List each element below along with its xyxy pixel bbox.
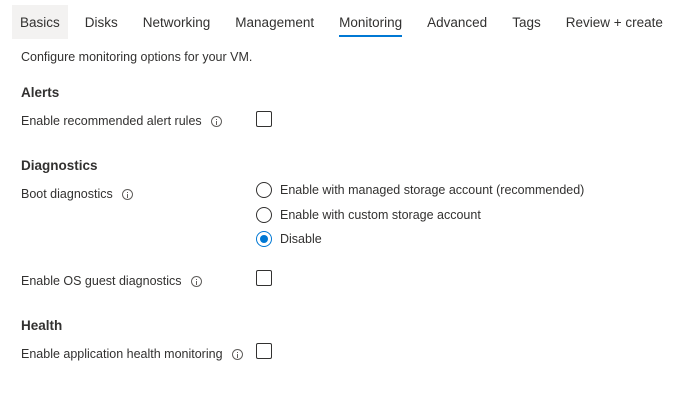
tab-disks[interactable]: Disks	[77, 5, 126, 39]
tab-review-create[interactable]: Review + create	[558, 5, 671, 39]
info-icon[interactable]	[231, 348, 243, 360]
boot-diag-disable-option[interactable]: Disable	[256, 231, 322, 247]
radio-button[interactable]	[256, 207, 272, 223]
tab-tags[interactable]: Tags	[504, 5, 549, 39]
health-section-title: Health	[21, 318, 63, 333]
tab-networking[interactable]: Networking	[135, 5, 219, 39]
boot-diagnostics-label: Boot diagnostics	[21, 187, 133, 201]
tab-basics[interactable]: Basics	[12, 5, 68, 39]
app-health-monitoring-text: Enable application health monitoring	[21, 347, 223, 361]
wizard-tabs: Basics Disks Networking Management Monit…	[12, 5, 680, 39]
tab-management[interactable]: Management	[227, 5, 322, 39]
recommended-alert-rules-text: Enable recommended alert rules	[21, 114, 202, 128]
app-health-monitoring-checkbox[interactable]	[256, 343, 272, 359]
tab-advanced[interactable]: Advanced	[419, 5, 495, 39]
radio-button[interactable]	[256, 182, 272, 198]
vm-monitoring-page: Basics Disks Networking Management Monit…	[0, 0, 686, 419]
radio-button-selected[interactable]	[256, 231, 272, 247]
tab-monitoring[interactable]: Monitoring	[331, 5, 410, 39]
info-icon[interactable]	[190, 275, 202, 287]
os-guest-diagnostics-label: Enable OS guest diagnostics	[21, 274, 202, 288]
radio-label: Disable	[280, 232, 322, 246]
os-guest-diagnostics-text: Enable OS guest diagnostics	[21, 274, 182, 288]
app-health-monitoring-label: Enable application health monitoring	[21, 347, 243, 361]
boot-diag-managed-option[interactable]: Enable with managed storage account (rec…	[256, 182, 584, 198]
info-icon[interactable]	[121, 188, 133, 200]
boot-diag-custom-option[interactable]: Enable with custom storage account	[256, 207, 481, 223]
alerts-section-title: Alerts	[21, 85, 60, 100]
recommended-alert-rules-checkbox[interactable]	[256, 111, 272, 127]
boot-diagnostics-text: Boot diagnostics	[21, 187, 113, 201]
recommended-alert-rules-label: Enable recommended alert rules	[21, 114, 222, 128]
radio-label: Enable with custom storage account	[280, 208, 481, 222]
diagnostics-section-title: Diagnostics	[21, 158, 98, 173]
os-guest-diagnostics-checkbox[interactable]	[256, 270, 272, 286]
radio-label: Enable with managed storage account (rec…	[280, 183, 585, 197]
page-description: Configure monitoring options for your VM…	[21, 50, 253, 64]
info-icon[interactable]	[210, 115, 222, 127]
